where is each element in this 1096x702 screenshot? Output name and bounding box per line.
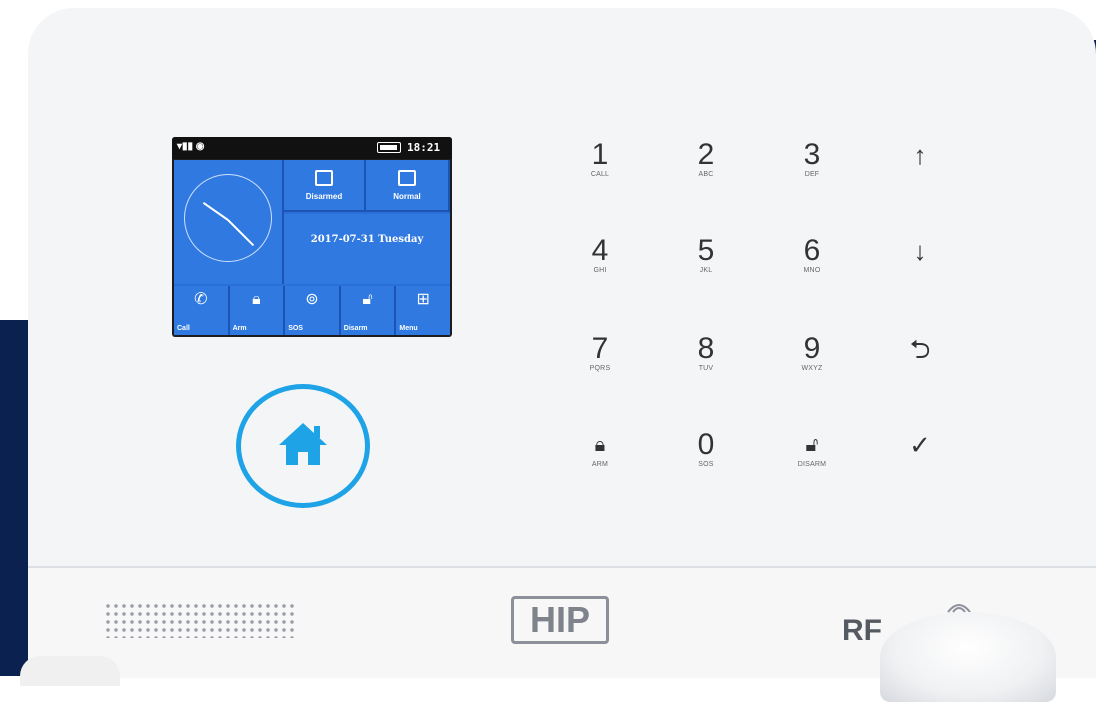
home-icon	[279, 423, 327, 465]
key-sub: ABC	[698, 171, 714, 178]
key-sub: DISARM	[797, 461, 827, 468]
key-sub: SOS	[698, 461, 714, 468]
key-0[interactable]: 0 SOS	[676, 430, 736, 490]
key-sub: GHI	[593, 267, 607, 274]
tile-normal[interactable]: Normal	[366, 160, 450, 212]
sos-icon: ⊚	[305, 291, 319, 308]
clock-minute-hand	[227, 219, 255, 247]
nav-menu[interactable]: ⊞ Menu	[396, 286, 450, 335]
phone-icon: ✆	[194, 291, 208, 308]
status-bar: ▾▮▮ ◉ 18:21	[172, 137, 452, 159]
nav-label: Call	[177, 325, 190, 332]
nav-label: Arm	[232, 325, 247, 332]
speaker-grille	[104, 602, 294, 638]
key-digit: 2	[697, 138, 715, 171]
sensor-device-left	[20, 656, 120, 686]
signal-wifi-icon: ▾▮▮ ◉	[177, 141, 205, 152]
key-3[interactable]: 3 DEF	[782, 140, 842, 200]
key-sub: WXYZ	[801, 365, 823, 372]
key-disarm[interactable]: 🔓︎ DISARM	[782, 430, 842, 490]
key-8[interactable]: 8 TUV	[676, 334, 736, 394]
clock-hour-hand	[202, 201, 229, 221]
menu-grid-icon: ⊞	[416, 291, 430, 308]
key-sub: DEF	[804, 171, 820, 178]
key-digit: 6	[803, 234, 821, 267]
key-sub: TUV	[698, 365, 714, 372]
unlock-icon: 🔓︎	[362, 291, 373, 308]
key-2[interactable]: 2 ABC	[676, 140, 736, 200]
key-digit: 8	[697, 332, 715, 365]
key-digit: 4	[591, 234, 609, 267]
wireless-signal-icon	[947, 604, 971, 613]
key-1[interactable]: 1 CALL	[570, 140, 630, 200]
screen-nav-bar: ✆ Call 🔒︎ Arm ⊚ SOS 🔓︎ Disarm ⊞ Menu	[174, 286, 450, 335]
key-7[interactable]: 7 PQRS	[570, 334, 630, 394]
key-sub: CALL	[590, 171, 610, 178]
nav-disarm[interactable]: 🔓︎ Disarm	[340, 286, 397, 335]
key-sub: MNO	[803, 267, 821, 274]
key-digit: 3	[803, 138, 821, 171]
nav-call[interactable]: ✆ Call	[174, 286, 230, 335]
key-arm[interactable]: 🔒︎ ARM	[570, 430, 630, 490]
nav-arm[interactable]: 🔒︎ Arm	[229, 286, 286, 335]
screen-content: Disarmed Normal 2017-07-31 Tuesday ✆ Cal…	[174, 160, 450, 335]
lcd-screen: ▾▮▮ ◉ 18:21 Disarmed Normal 2017-07-31 T…	[172, 137, 452, 337]
battery-icon	[377, 142, 401, 153]
back-arrow-icon: ⮌	[909, 334, 931, 364]
key-down[interactable]: ↓	[890, 236, 950, 296]
nav-label: SOS	[288, 325, 303, 332]
check-icon: ✓	[909, 430, 931, 460]
status-time: 18:21	[407, 141, 441, 154]
clock-face	[184, 174, 272, 262]
arrow-up-icon: ↑	[913, 140, 927, 170]
nav-sos[interactable]: ⊚ SOS	[285, 286, 341, 335]
key-ok[interactable]: ✓	[890, 430, 950, 490]
key-digit: 1	[591, 138, 609, 171]
tile-label: Disarmed	[305, 192, 343, 201]
key-4[interactable]: 4 GHI	[570, 236, 630, 296]
home-button[interactable]	[236, 384, 370, 508]
key-sub: PQRS	[589, 365, 611, 372]
unlock-icon	[315, 170, 333, 186]
key-sub: ARM	[591, 461, 609, 468]
date-text: 2017-07-31 Tuesday	[310, 234, 424, 245]
key-9[interactable]: 9 WXYZ	[782, 334, 842, 394]
tile-disarmed[interactable]: Disarmed	[284, 160, 366, 212]
shield-icon	[398, 170, 416, 186]
nav-label: Menu	[399, 325, 418, 332]
nav-label: Disarm	[343, 325, 368, 332]
key-5[interactable]: 5 JKL	[676, 236, 736, 296]
key-sub: JKL	[699, 267, 713, 274]
lock-icon: 🔒︎	[252, 291, 261, 308]
unlock-icon: 🔓︎	[805, 434, 819, 456]
key-digit: 9	[803, 332, 821, 365]
key-digit: 5	[697, 234, 715, 267]
hip-logo: HIP	[511, 596, 609, 644]
key-back[interactable]: ⮌	[890, 334, 950, 394]
analog-clock	[174, 160, 284, 284]
sensor-device	[880, 612, 1056, 702]
key-up[interactable]: ↑	[890, 140, 950, 200]
tile-label: Normal	[393, 192, 421, 201]
rf-label: RF	[842, 614, 882, 647]
key-6[interactable]: 6 MNO	[782, 236, 842, 296]
key-digit: 7	[591, 332, 609, 365]
key-digit: 0	[697, 428, 715, 461]
lock-icon: 🔒︎	[594, 434, 606, 456]
arrow-down-icon: ↓	[913, 236, 927, 266]
date-display: 2017-07-31 Tuesday	[284, 214, 450, 284]
